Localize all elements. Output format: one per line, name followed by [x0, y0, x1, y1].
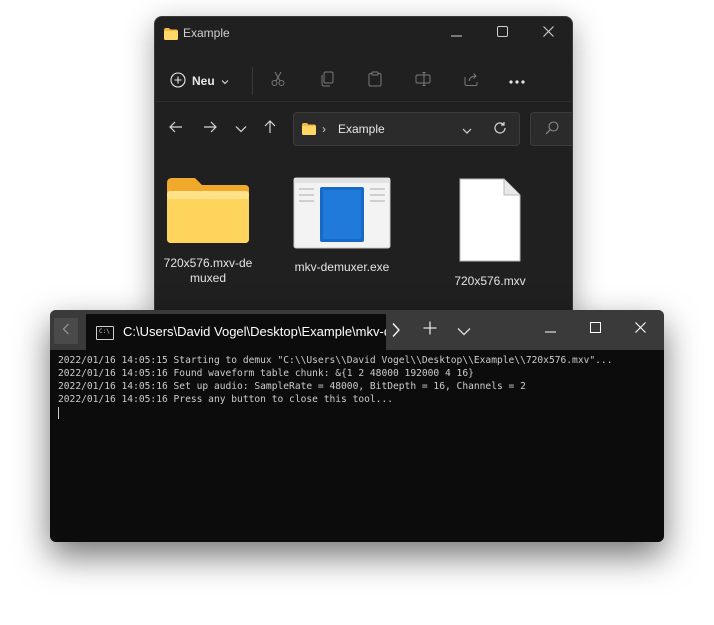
close-icon: [542, 24, 554, 42]
folder-icon: [302, 122, 316, 140]
close-button[interactable]: [525, 17, 571, 49]
terminal-minimize-button[interactable]: [532, 318, 568, 340]
paste-button[interactable]: [365, 71, 385, 91]
minimize-button[interactable]: [433, 17, 479, 49]
cut-button[interactable]: [268, 71, 288, 91]
search-icon: [545, 121, 559, 140]
arrow-up-icon: [264, 119, 276, 139]
file-name: mkv-demuxer.exe: [294, 260, 390, 274]
address-bar[interactable]: › Example: [293, 112, 520, 146]
maximize-icon: [589, 320, 601, 338]
tab-scroll-left-button[interactable]: [54, 318, 78, 344]
text-cursor: [58, 407, 59, 419]
close-icon: [634, 320, 646, 338]
search-box[interactable]: [530, 112, 572, 146]
tab-title: C:\Users\David Vogel\Desktop\Example\mkv…: [123, 324, 386, 339]
tab-dropdown-chevron-icon[interactable]: [457, 323, 471, 341]
breadcrumb-item[interactable]: Example: [338, 122, 385, 136]
command-prompt-icon: C:\: [96, 326, 114, 340]
terminal-window: C:\ C:\Users\David Vogel\Desktop\Example…: [50, 310, 664, 542]
command-prompt-icon-text: C:\: [99, 328, 110, 335]
address-history-chevron-icon[interactable]: [462, 122, 472, 140]
new-button[interactable]: Neu: [170, 67, 229, 95]
chevron-left-icon: [62, 322, 70, 340]
explorer-title-bar[interactable]: Example: [155, 17, 572, 49]
more-icon: [508, 72, 526, 90]
terminal-maximize-button[interactable]: [577, 318, 613, 340]
breadcrumb-separator: ›: [322, 122, 326, 136]
more-button[interactable]: [507, 71, 527, 91]
copy-icon: [319, 71, 335, 92]
paste-icon: [367, 71, 383, 92]
up-button[interactable]: [259, 118, 281, 140]
cut-icon: [270, 71, 286, 92]
terminal-tab[interactable]: C:\ C:\Users\David Vogel\Desktop\Example…: [86, 314, 386, 350]
explorer-command-bar: Neu: [155, 63, 572, 103]
terminal-line: 2022/01/16 14:05:16 Press any button to …: [58, 394, 394, 405]
recent-locations-button[interactable]: [230, 118, 252, 140]
minimize-icon: [544, 320, 556, 338]
terminal-tab-bar[interactable]: C:\ C:\Users\David Vogel\Desktop\Example…: [50, 310, 664, 350]
file-name: 720x576.mxv: [454, 274, 526, 288]
rename-button[interactable]: [413, 71, 433, 91]
plus-circle-icon: [170, 71, 186, 91]
file-item-folder[interactable]: 720x576.mxv-demuxed: [155, 177, 268, 286]
blank-file-icon: [458, 178, 522, 267]
back-button[interactable]: [165, 118, 187, 140]
new-tab-plus-icon[interactable]: [422, 320, 438, 341]
file-item-document[interactable]: 720x576.mxv: [430, 177, 550, 289]
application-window-icon: [293, 177, 391, 253]
explorer-window: Example Neu › Example 720x576.mxv-demuxe…: [154, 16, 573, 318]
arrow-left-icon: [169, 120, 183, 138]
terminal-line: 2022/01/16 14:05:15 Starting to demux "C…: [58, 355, 613, 366]
terminal-close-button[interactable]: [622, 318, 658, 340]
terminal-output[interactable]: 2022/01/16 14:05:15 Starting to demux "C…: [58, 354, 656, 419]
rename-icon: [415, 71, 431, 92]
minimize-icon: [450, 24, 462, 42]
chevron-down-icon: [221, 74, 229, 88]
terminal-line: 2022/01/16 14:05:16 Found waveform table…: [58, 368, 474, 379]
refresh-icon[interactable]: [493, 121, 507, 140]
arrow-right-icon: [203, 120, 217, 138]
copy-button[interactable]: [317, 71, 337, 91]
forward-button[interactable]: [199, 118, 221, 140]
tab-scroll-right-icon[interactable]: [391, 322, 401, 343]
folder-icon: [164, 27, 178, 45]
maximize-button[interactable]: [479, 17, 525, 49]
new-button-label: Neu: [192, 74, 215, 88]
share-icon: [463, 71, 479, 92]
file-name: 720x576.mxv-demuxed: [163, 256, 253, 285]
maximize-icon: [496, 24, 508, 42]
file-item-application[interactable]: mkv-demuxer.exe: [282, 177, 402, 275]
folder-icon: [165, 178, 251, 249]
chevron-down-icon: [235, 120, 247, 138]
terminal-line: 2022/01/16 14:05:16 Set up audio: Sample…: [58, 381, 526, 392]
toolbar-divider-line: [155, 101, 572, 102]
toolbar-divider: [252, 67, 253, 95]
share-button[interactable]: [461, 71, 481, 91]
window-title: Example: [183, 26, 230, 40]
